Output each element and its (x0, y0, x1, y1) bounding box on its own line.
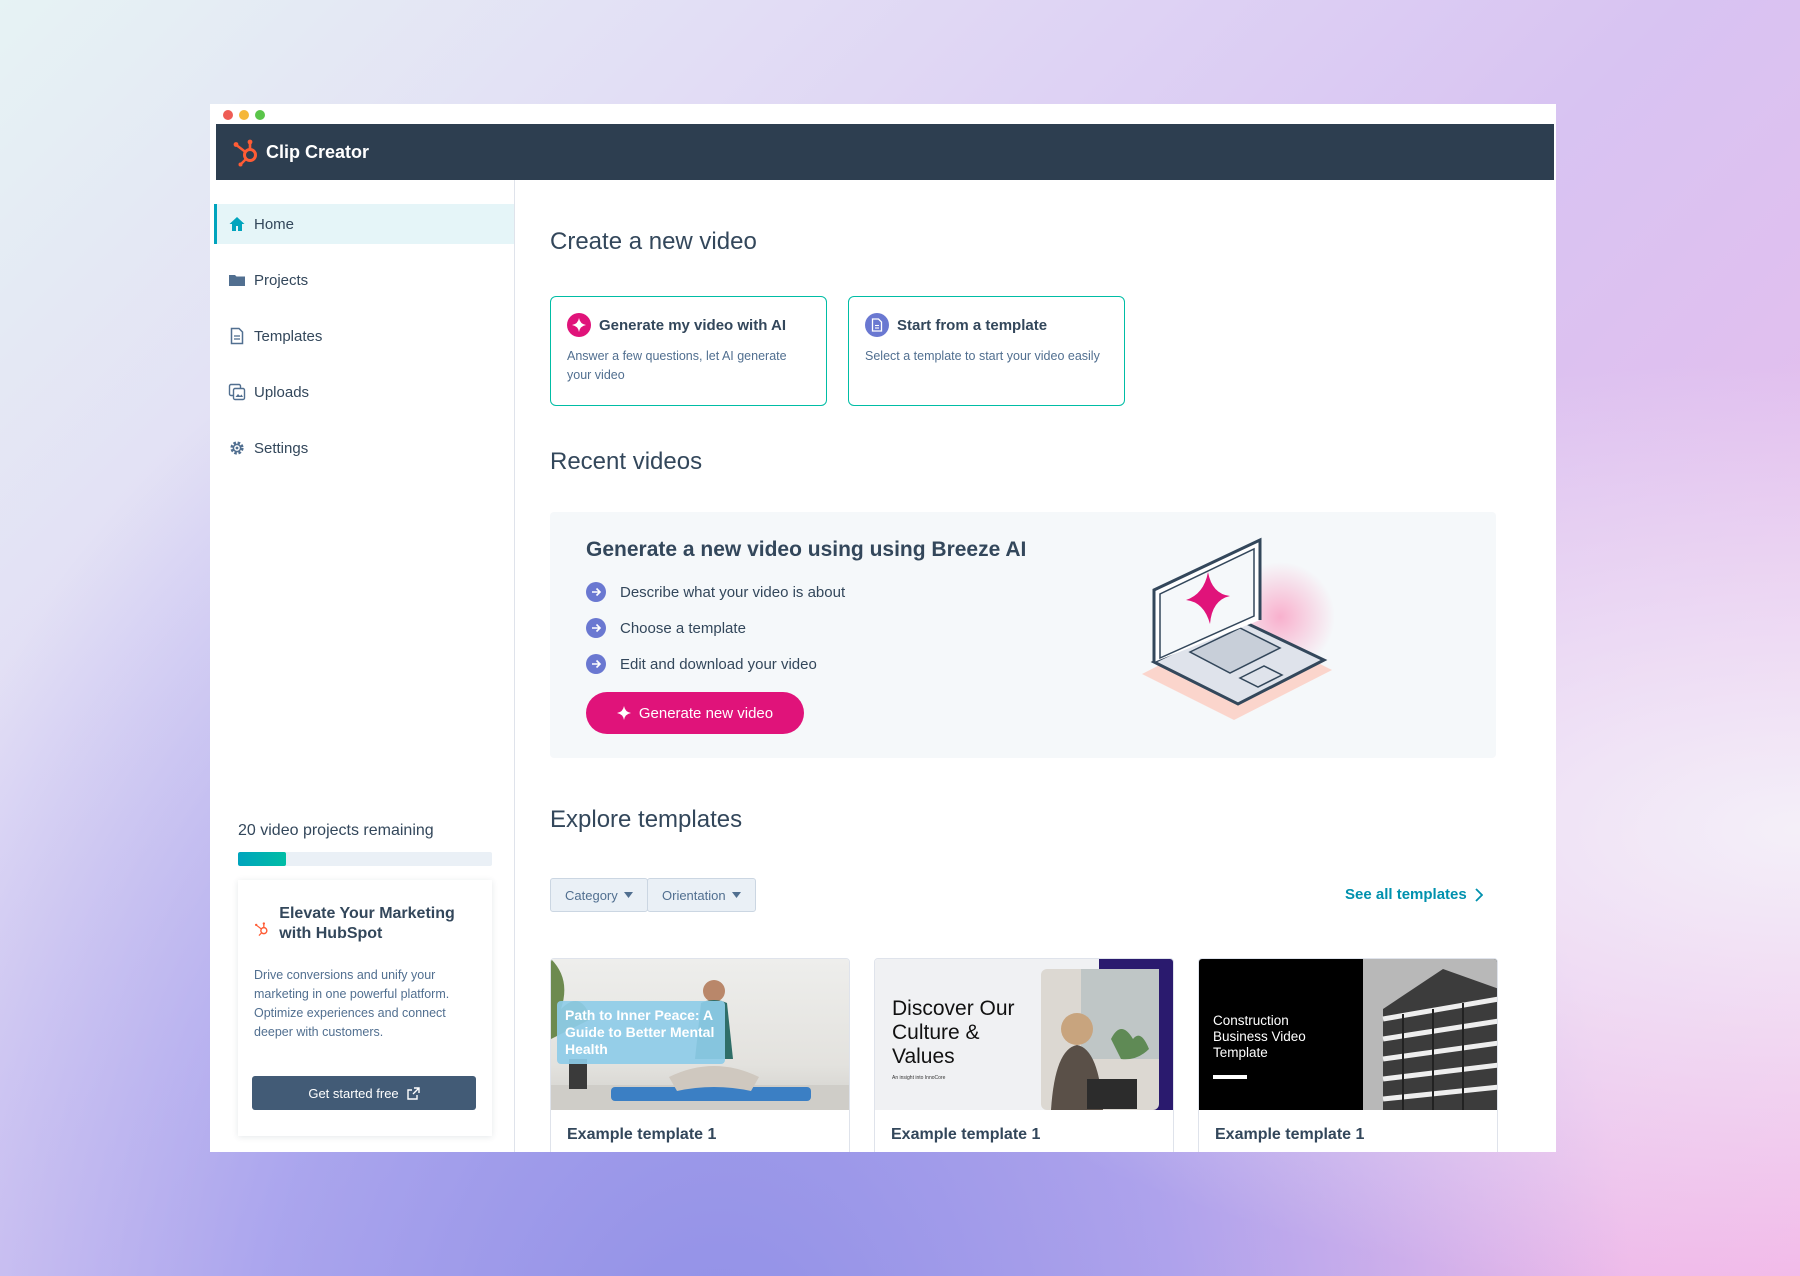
start-from-template-title: Start from a template (897, 316, 1048, 334)
external-link-icon (406, 1086, 420, 1100)
template-thumb-subtitle: An insight into InnoCore (892, 1075, 946, 1081)
sidebar-item-label: Projects (254, 271, 309, 289)
quota-progress-fill (238, 852, 287, 866)
category-filter-dropdown[interactable]: Category (550, 878, 648, 912)
main-content: Create a new video Generate my video wit… (516, 180, 1556, 1152)
gear-icon (230, 441, 244, 455)
sidebar-item-label: Home (254, 215, 295, 233)
laptop-illustration-icon (1142, 537, 1335, 720)
app-window: Clip Creator Home Projects Templates Upl… (210, 104, 1556, 1152)
chevron-right-icon (1475, 887, 1483, 902)
sparkle-icon (567, 313, 591, 337)
sidebar-item-uploads[interactable]: Uploads (214, 372, 514, 412)
sparkle-icon (616, 706, 631, 720)
arrow-right-icon (586, 654, 606, 674)
sidebar-item-label: Templates (254, 327, 323, 345)
template-name: Example template 1 (567, 1126, 717, 1143)
sidebar-item-label: Settings (254, 439, 309, 457)
start-from-template-description: Select a template to start your video ea… (865, 349, 1100, 363)
create-video-heading: Create a new video (550, 228, 757, 255)
see-all-templates-label: See all templates (1345, 886, 1467, 903)
caret-down-icon (731, 892, 741, 898)
sidebar-item-settings[interactable]: Settings (214, 428, 514, 468)
quota-progress-bar (238, 852, 492, 866)
sidebar-item-label: Uploads (254, 383, 310, 401)
promo-body: Drive conversions and unify your marketi… (254, 968, 450, 1039)
arrow-right-icon (586, 582, 606, 602)
breeze-ai-banner: Generate a new video using using Breeze … (550, 512, 1496, 758)
app-title: Clip Creator (266, 141, 370, 162)
template-card[interactable]: Construction Business Video Template Exa… (1198, 958, 1498, 1152)
title-underline (1213, 1075, 1247, 1079)
hubspot-logo-icon (233, 139, 257, 167)
category-filter-label: Category (565, 887, 618, 903)
promo-card: Elevate Your Marketing with HubSpot Driv… (238, 880, 492, 1136)
template-thumb-title: Path to Inner Peace: A Guide to Better M… (557, 1001, 725, 1064)
maximize-window-button[interactable] (255, 110, 265, 120)
template-document-icon (865, 313, 889, 337)
breeze-step-text: Choose a template (620, 619, 746, 637)
template-name: Example template 1 (1215, 1126, 1365, 1143)
arrow-right-icon (586, 618, 606, 638)
template-card[interactable]: Path to Inner Peace: A Guide to Better M… (550, 958, 850, 1152)
template-thumb-title: Discover Our Culture & Values (892, 997, 1015, 1068)
template-name: Example template 1 (891, 1126, 1041, 1143)
orientation-filter-dropdown[interactable]: Orientation (647, 878, 756, 912)
generate-new-video-button[interactable]: Generate new video (586, 692, 804, 734)
start-from-template-card[interactable]: Start from a template Select a template … (848, 296, 1125, 406)
folder-icon (229, 275, 245, 286)
generate-with-ai-title: Generate my video with AI (599, 316, 786, 334)
promo-title: Elevate Your Marketing with HubSpot (279, 905, 455, 942)
sidebar-item-templates[interactable]: Templates (214, 316, 514, 356)
generate-new-video-label: Generate new video (638, 704, 774, 722)
breeze-step-text: Describe what your video is about (620, 583, 846, 601)
home-icon (229, 217, 245, 231)
building-image (1363, 959, 1497, 1110)
top-bar: Clip Creator (216, 124, 1554, 180)
breeze-title: Generate a new video using using Breeze … (586, 538, 1027, 561)
office-photo-image (1041, 969, 1159, 1110)
sidebar-item-home[interactable]: Home (214, 204, 514, 244)
quota-label: 20 video projects remaining (238, 822, 434, 839)
orientation-filter-label: Orientation (662, 887, 726, 903)
sidebar-item-projects[interactable]: Projects (214, 260, 514, 300)
document-icon (230, 327, 244, 345)
get-started-free-button[interactable]: Get started free (252, 1076, 476, 1110)
minimize-window-button[interactable] (239, 110, 249, 120)
caret-down-icon (623, 892, 633, 898)
get-started-free-label: Get started free (308, 1085, 399, 1101)
generate-with-ai-card[interactable]: Generate my video with AI Answer a few q… (550, 296, 827, 406)
breeze-step-text: Edit and download your video (620, 655, 817, 673)
generate-with-ai-description: Answer a few questions, let AI generate … (567, 349, 787, 382)
template-thumbnail: Construction Business Video Template (1199, 959, 1497, 1110)
uploads-icon (228, 383, 246, 401)
window-controls (223, 110, 265, 120)
sidebar-nav: Home Projects Templates Uploads Settings (214, 204, 514, 468)
breeze-step: Describe what your video is about (586, 582, 845, 602)
close-window-button[interactable] (223, 110, 233, 120)
recent-videos-heading: Recent videos (550, 448, 703, 475)
template-thumbnail: Path to Inner Peace: A Guide to Better M… (551, 959, 849, 1110)
explore-templates-heading: Explore templates (550, 806, 743, 833)
hubspot-icon (254, 922, 268, 936)
template-card[interactable]: Discover Our Culture & Values An insight… (874, 958, 1174, 1152)
template-thumbnail: Discover Our Culture & Values An insight… (875, 959, 1173, 1110)
sidebar: Home Projects Templates Uploads Settings… (214, 180, 515, 1152)
template-thumb-title: Construction Business Video Template (1213, 1013, 1306, 1060)
breeze-step: Edit and download your video (586, 654, 817, 674)
breeze-step: Choose a template (586, 618, 746, 638)
see-all-templates-link[interactable]: See all templates (1345, 886, 1483, 903)
